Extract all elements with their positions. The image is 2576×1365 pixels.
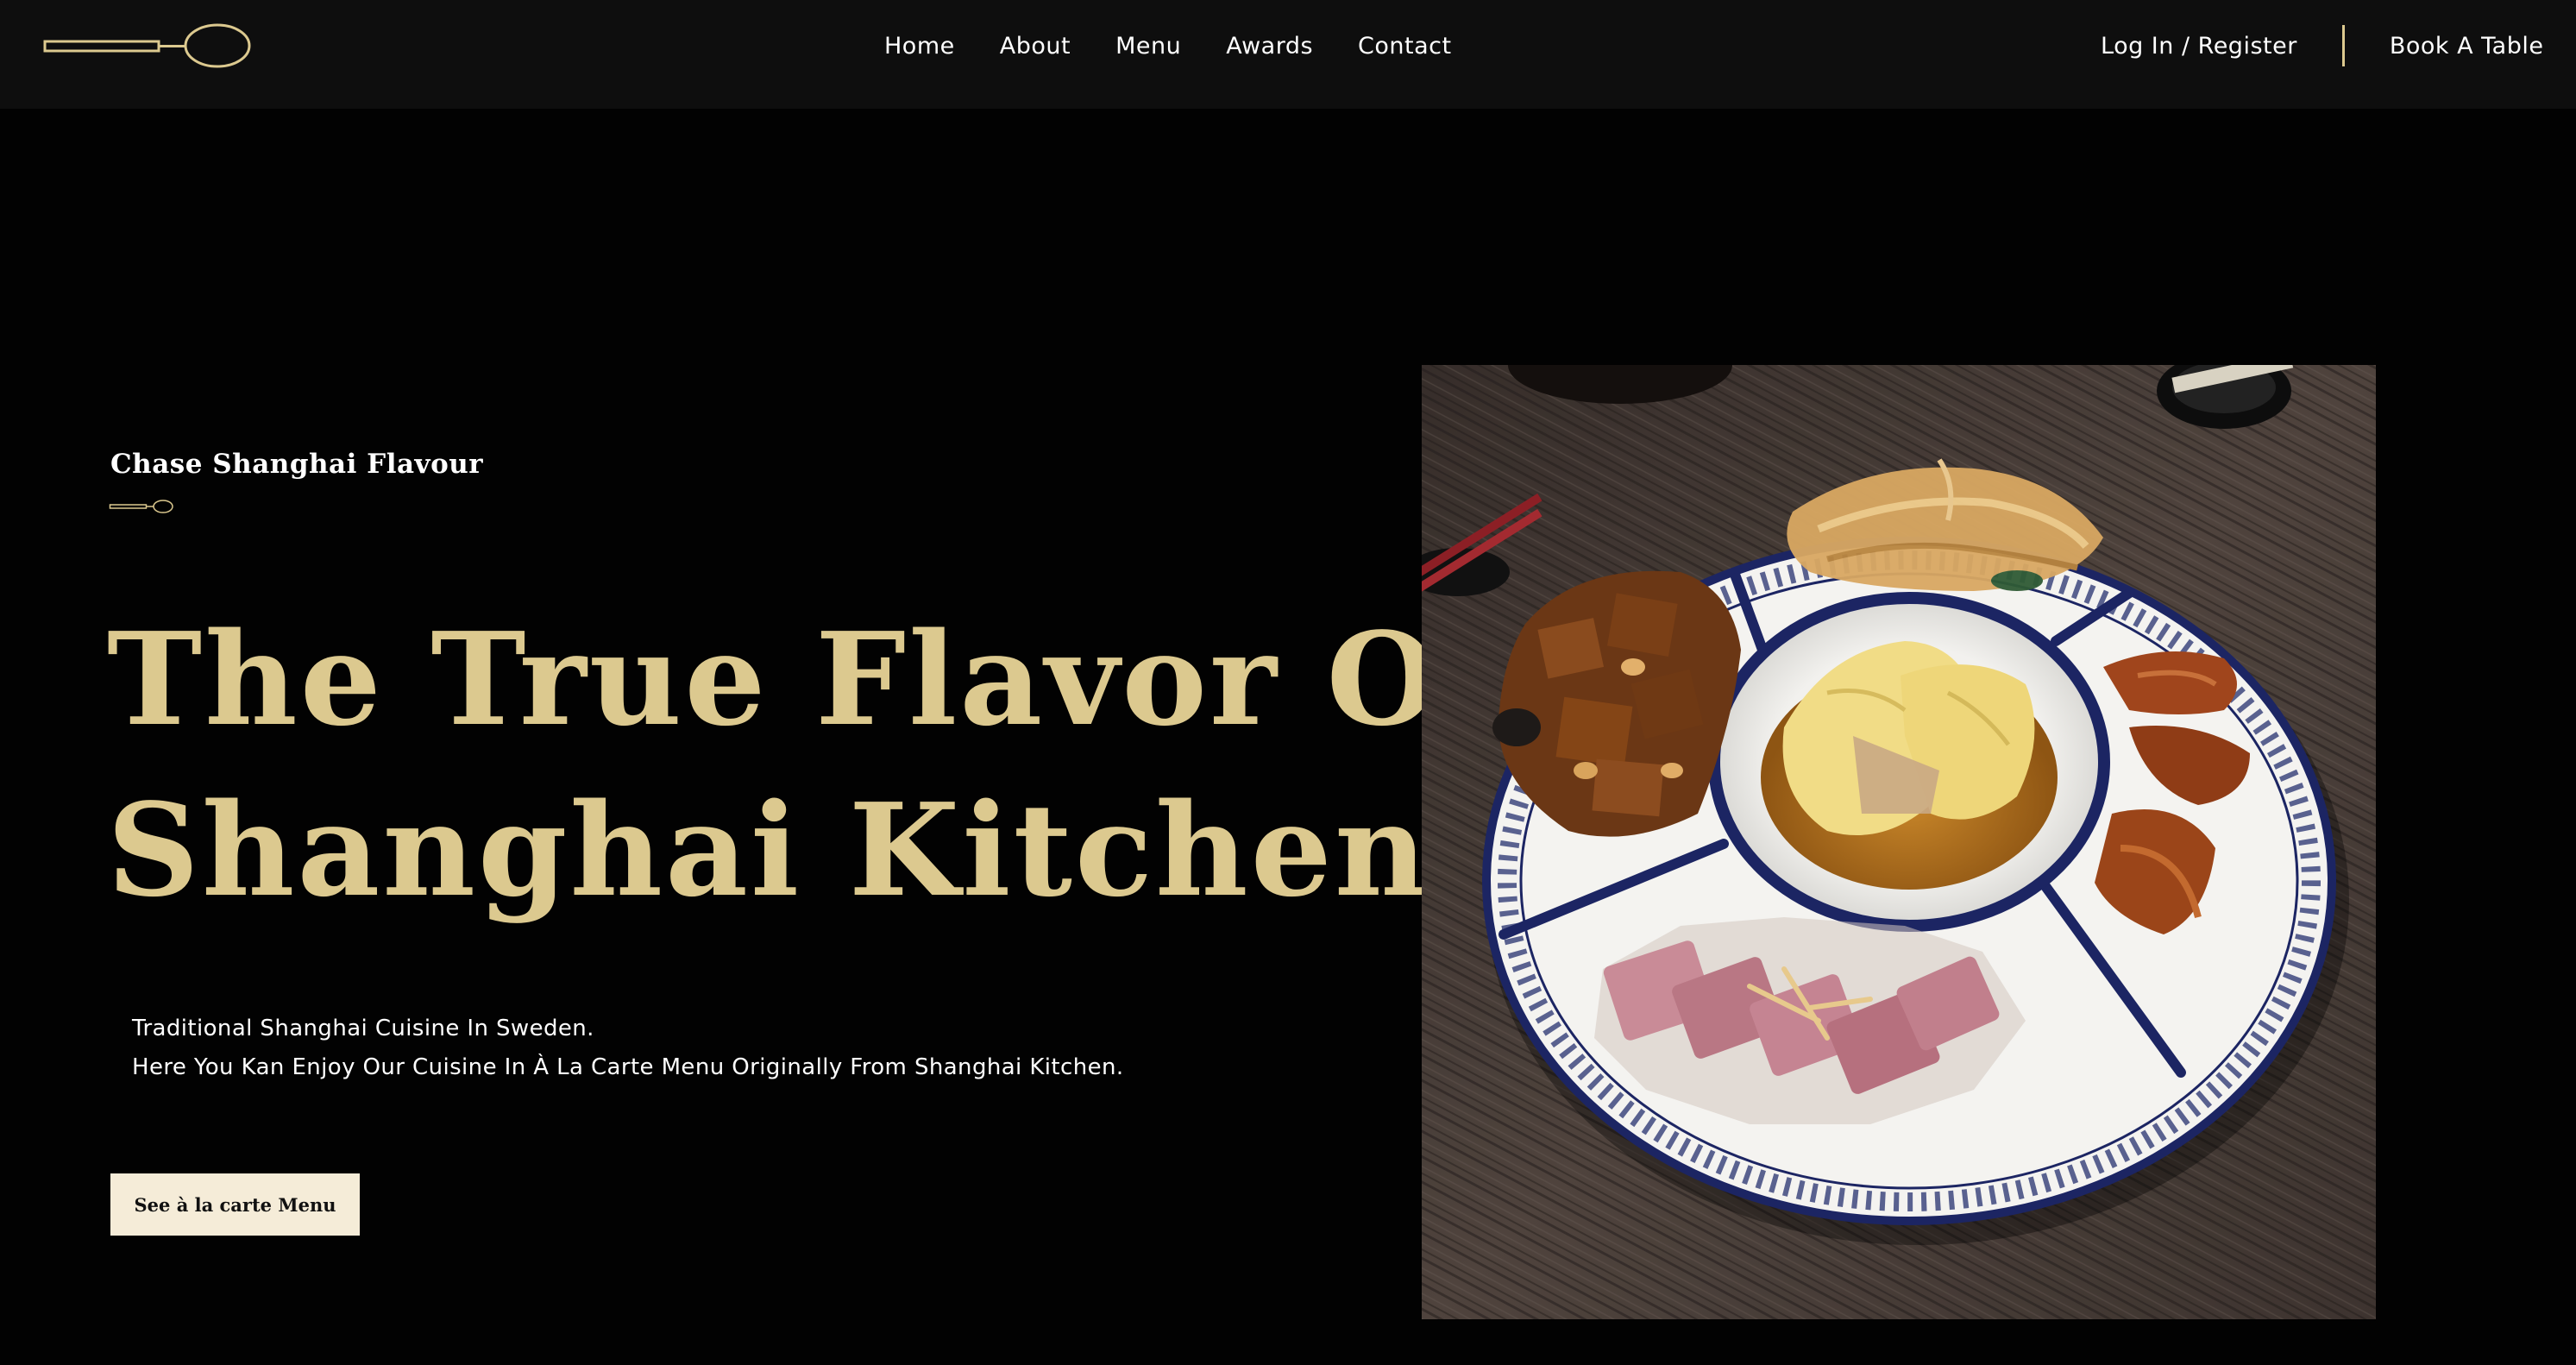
hero-description-line-2: Here You Kan Enjoy Our Cuisine In À La C… — [132, 1054, 1124, 1080]
cold-platter-image — [1422, 365, 2376, 1319]
nav-awards-link[interactable]: Awards — [1226, 33, 1313, 60]
site-header: Home About Menu Awards Contact Log In / … — [0, 0, 2576, 109]
login-register-link[interactable]: Log In / Register — [2101, 33, 2297, 60]
hero-description: Traditional Shanghai Cuisine In Sweden. … — [132, 1010, 1124, 1087]
nav-home-link[interactable]: Home — [884, 33, 955, 60]
nav-about-link[interactable]: About — [1000, 33, 1071, 60]
spoon-icon — [109, 500, 173, 513]
hero-title-line-1: The True Flavor Of — [107, 604, 1498, 754]
nav-contact-link[interactable]: Contact — [1358, 33, 1452, 60]
hero-title: The True Flavor Of Shanghai Kitchen — [107, 594, 1498, 935]
hero-description-line-1: Traditional Shanghai Cuisine In Sweden. — [132, 1016, 594, 1041]
nav-menu-link[interactable]: Menu — [1115, 33, 1181, 60]
spoon-logo-icon[interactable] — [41, 21, 254, 71]
account-nav: Log In / Register Book A Table — [2101, 0, 2543, 91]
nav-divider — [2341, 25, 2345, 66]
hero-title-line-2: Shanghai Kitchen — [107, 775, 1430, 925]
book-table-link[interactable]: Book A Table — [2390, 33, 2544, 60]
hero-kicker: Chase Shanghai Flavour — [110, 449, 484, 480]
main-nav: Home About Menu Awards Contact — [884, 0, 1497, 91]
see-menu-button[interactable]: See à la carte Menu — [110, 1173, 360, 1236]
food-photo — [1422, 365, 2376, 1319]
